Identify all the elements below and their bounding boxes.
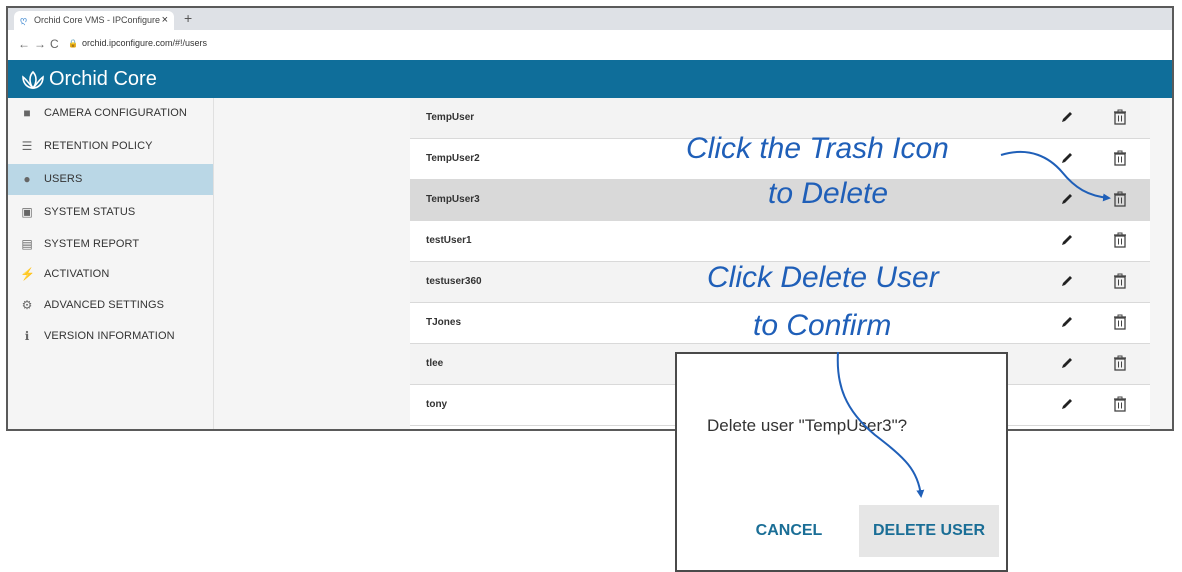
user-name: TempUser: [426, 112, 475, 123]
sidebar-item-camera-configuration[interactable]: ■ CAMERA CONFIGURATION: [8, 98, 213, 129]
user-name: TempUser2: [426, 153, 480, 164]
user-name: testUser1: [426, 235, 472, 246]
user-name: TJones: [426, 317, 462, 328]
trash-icon[interactable]: [1113, 355, 1127, 371]
annotation-confirm-line1: Click Delete User: [707, 261, 939, 294]
user-name: tony: [426, 399, 448, 410]
new-tab-button[interactable]: +: [184, 10, 192, 26]
content-margin: [1150, 98, 1172, 429]
annotation-trash-line2: to Delete: [768, 177, 889, 210]
trash-icon[interactable]: [1113, 273, 1127, 289]
trash-icon[interactable]: [1113, 396, 1127, 412]
trash-icon[interactable]: [1113, 191, 1127, 207]
edit-pencil-icon[interactable]: [1060, 274, 1074, 288]
annotation-confirm-line2: to Confirm: [753, 309, 892, 342]
sidebar-item-label: VERSION INFORMATION: [44, 330, 175, 342]
gears-icon: ⚙: [21, 298, 33, 312]
forward-arrow-icon[interactable]: →: [34, 37, 46, 51]
sidebar-item-label: CAMERA CONFIGURATION: [44, 107, 187, 119]
sidebar-item-label: USERS: [44, 173, 83, 185]
address-bar: ← → C 🔒 orchid.ipconfigure.com/#!/users: [8, 30, 1172, 61]
edit-pencil-icon[interactable]: [1060, 356, 1074, 370]
edit-pencil-icon[interactable]: [1060, 315, 1074, 329]
cancel-button[interactable]: CANCEL: [749, 508, 829, 554]
annotation-trash-line1: Click the Trash Icon: [686, 132, 949, 165]
sidebar-item-label: SYSTEM STATUS: [44, 206, 136, 218]
sidebar-item-label: ADVANCED SETTINGS: [44, 299, 165, 311]
sidebar: ■ CAMERA CONFIGURATION ☰ RETENTION POLIC…: [8, 98, 214, 429]
app-brand[interactable]: Orchid Core: [20, 66, 157, 92]
user-name: testuser360: [426, 276, 482, 287]
dialog-message: Delete user "TempUser3"?: [707, 416, 908, 435]
sidebar-item-system-status[interactable]: ▣ SYSTEM STATUS: [8, 197, 213, 228]
delete-user-dialog: Delete user "TempUser3"? CANCEL DELETE U…: [675, 352, 1008, 572]
info-icon: ℹ: [24, 329, 30, 343]
status-icon: ▣: [21, 205, 33, 219]
browser-tab-title: Orchid Core VMS - IPConfigure: [34, 15, 161, 25]
sidebar-item-version-information[interactable]: ℹ VERSION INFORMATION: [8, 321, 213, 352]
reload-icon[interactable]: C: [50, 37, 59, 51]
url-field[interactable]: 🔒 orchid.ipconfigure.com/#!/users: [68, 38, 207, 48]
app-title: Orchid Core: [49, 68, 157, 90]
lock-icon: 🔒: [68, 39, 78, 48]
browser-tab[interactable]: ღ Orchid Core VMS - IPConfigure ×: [14, 11, 174, 30]
close-tab-icon[interactable]: ×: [162, 11, 168, 30]
trash-icon[interactable]: [1113, 150, 1127, 166]
sidebar-item-label: RETENTION POLICY: [44, 140, 153, 152]
sidebar-item-label: SYSTEM REPORT: [44, 238, 140, 250]
user-name: TempUser3: [426, 194, 480, 205]
content-margin: [214, 98, 410, 429]
sidebar-item-system-report[interactable]: ▤ SYSTEM REPORT: [8, 229, 213, 260]
sidebar-item-users[interactable]: ● USERS: [8, 164, 213, 195]
edit-pencil-icon[interactable]: [1060, 397, 1074, 411]
table-row[interactable]: testUser1: [410, 221, 1150, 262]
database-icon: ☰: [21, 139, 33, 153]
trash-icon[interactable]: [1113, 109, 1127, 125]
user-name: tlee: [426, 358, 444, 369]
trash-icon[interactable]: [1113, 314, 1127, 330]
orchid-logo-icon: [22, 70, 44, 90]
report-icon: ▤: [21, 237, 33, 251]
sidebar-item-advanced-settings[interactable]: ⚙ ADVANCED SETTINGS: [8, 290, 213, 321]
orchid-favicon-icon: ღ: [20, 15, 28, 25]
back-arrow-icon[interactable]: ←: [18, 37, 30, 51]
trash-icon[interactable]: [1113, 232, 1127, 248]
edit-pencil-icon[interactable]: [1060, 151, 1074, 165]
edit-pencil-icon[interactable]: [1060, 192, 1074, 206]
video-camera-icon: ■: [23, 106, 31, 120]
sidebar-item-activation[interactable]: ⚡ ACTIVATION: [8, 259, 213, 290]
sidebar-item-retention-policy[interactable]: ☰ RETENTION POLICY: [8, 131, 213, 162]
user-icon: ●: [23, 172, 31, 186]
url-text: orchid.ipconfigure.com/#!/users: [81, 38, 208, 48]
delete-user-button[interactable]: DELETE USER: [859, 505, 999, 557]
sidebar-item-label: ACTIVATION: [44, 268, 110, 280]
plug-icon: ⚡: [20, 267, 35, 281]
browser-tabstrip: ღ Orchid Core VMS - IPConfigure × +: [8, 8, 1172, 30]
app-header: Orchid Core: [8, 60, 1172, 98]
edit-pencil-icon[interactable]: [1060, 110, 1074, 124]
edit-pencil-icon[interactable]: [1060, 233, 1074, 247]
